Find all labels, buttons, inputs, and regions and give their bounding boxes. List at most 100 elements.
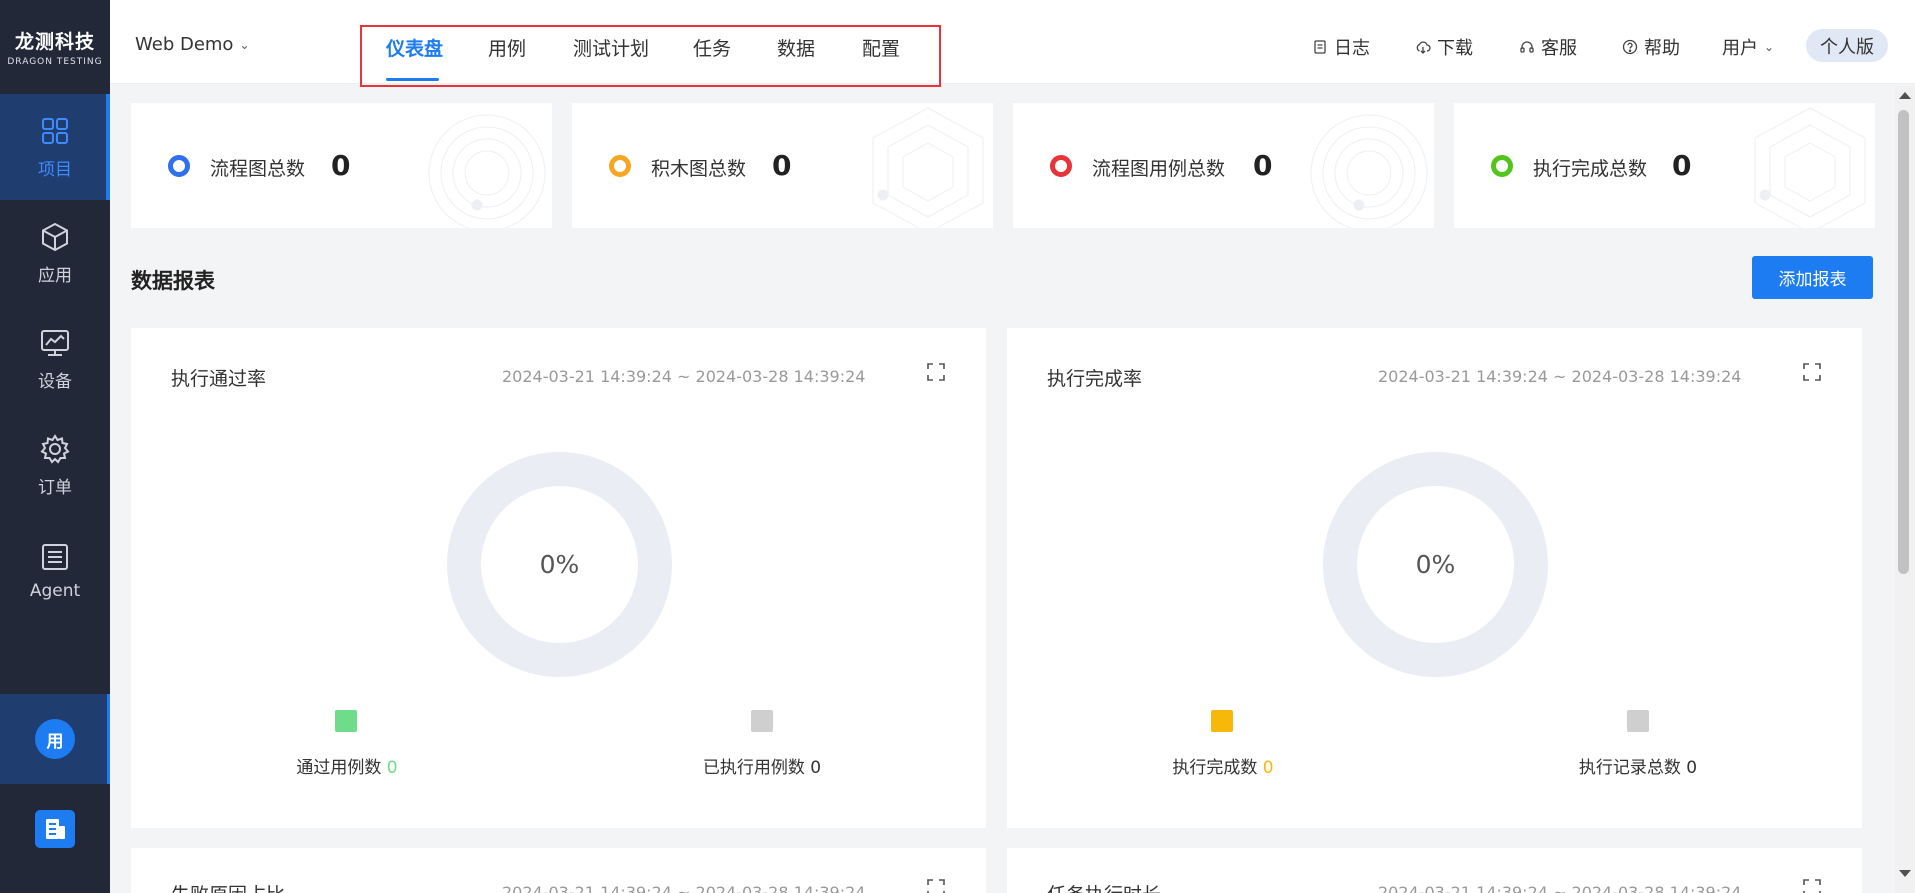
panel-title: 失败原因占比 (171, 880, 285, 893)
scroll-up-icon[interactable] (1899, 92, 1911, 99)
log-link[interactable]: 日志 (1312, 34, 1370, 60)
stat-card-flowchart-cases: 流程图用例总数 0 (1013, 103, 1434, 228)
cube-icon (42, 222, 68, 251)
chevron-down-icon: ⌄ (239, 37, 250, 52)
tab-config[interactable]: 配置 (862, 34, 900, 61)
section-title: 数据报表 (131, 269, 215, 293)
tab-cases[interactable]: 用例 (488, 34, 526, 61)
organization-item[interactable] (0, 784, 110, 874)
fullscreen-icon[interactable] (1803, 879, 1821, 893)
help-link[interactable]: 帮助 (1622, 34, 1680, 60)
legend-label: 通过用例数 (296, 758, 382, 778)
legend-swatch (335, 710, 357, 732)
sidebar-item-project[interactable]: 项目 (0, 94, 110, 200)
help-icon (1622, 39, 1638, 55)
support-label: 客服 (1541, 38, 1577, 59)
add-report-button[interactable]: 添加报表 (1752, 256, 1873, 299)
date-range: 2024-03-21 14:39:24 ~ 2024-03-28 14:39:2… (502, 883, 866, 893)
sidebar-item-device[interactable]: 设备 (0, 306, 110, 412)
panel-title: 任务执行时长 (1047, 880, 1161, 893)
user-avatar-item[interactable]: 用 (0, 694, 110, 784)
support-link[interactable]: 客服 (1519, 34, 1577, 60)
legend-item: 通过用例数 0 (296, 753, 397, 778)
stat-label: 流程图总数 (210, 158, 306, 180)
date-range: 2024-03-21 14:39:24 ~ 2024-03-28 14:39:2… (502, 367, 866, 386)
legend-label: 执行完成数 (1172, 758, 1258, 778)
decorative-hexagon-icon (872, 107, 984, 228)
decorative-hexagon-icon (1754, 107, 1866, 228)
building-icon[interactable] (35, 810, 75, 848)
sidebar-bottom: 用 (0, 694, 110, 874)
download-link[interactable]: 下载 (1415, 34, 1473, 60)
help-label: 帮助 (1644, 38, 1680, 59)
report-panel-task-duration: 任务执行时长 2024-03-21 14:39:24 ~ 2024-03-28 … (1007, 848, 1862, 893)
monitor-icon (41, 329, 69, 356)
project-name: Web Demo (135, 34, 234, 55)
donut-center-value: 0% (1357, 486, 1514, 643)
logo-text: 龙测科技 (14, 31, 95, 53)
sidebar-item-label: 应用 (38, 265, 72, 286)
chevron-down-icon: ⌄ (1764, 40, 1775, 54)
document-icon (1314, 40, 1326, 54)
stat-value: 0 (1253, 149, 1273, 182)
sidebar-item-agent[interactable]: Agent (0, 518, 110, 624)
legend-value: 0 (1686, 758, 1698, 778)
sidebar: 龙测科技 DRAGON TESTING 项目 应用 设备 订单 Agent 用 (0, 0, 110, 893)
legend-label: 已执行用例数 (702, 758, 805, 778)
panel-title: 执行完成率 (1047, 368, 1143, 390)
decorative-rings-icon (1310, 114, 1428, 228)
date-range: 2024-03-21 14:39:24 ~ 2024-03-28 14:39:2… (1378, 883, 1742, 893)
donut-center-value: 0% (481, 486, 638, 643)
legend-label: 执行记录总数 (1578, 758, 1681, 778)
sidebar-item-label: 设备 (38, 371, 72, 392)
fullscreen-icon[interactable] (1803, 363, 1821, 381)
logo-subtext: DRAGON TESTING (7, 57, 103, 67)
ring-icon (1491, 155, 1513, 177)
panel-title: 执行通过率 (171, 368, 267, 390)
donut-chart: 0% (1323, 452, 1548, 677)
donut-chart: 0% (447, 452, 672, 677)
legend-swatch (1211, 710, 1233, 732)
legend-value: 0 (1262, 758, 1274, 778)
legend-item: 执行记录总数 0 (1579, 753, 1697, 778)
cloud-download-icon (1416, 41, 1431, 54)
sidebar-item-label: 项目 (38, 159, 72, 180)
ring-icon (168, 155, 190, 177)
sidebar-item-app[interactable]: 应用 (0, 200, 110, 306)
nav-highlight-box (360, 25, 941, 87)
project-selector[interactable]: Web Demo ⌄ (135, 34, 250, 55)
legend-item: 执行完成数 0 (1172, 753, 1273, 778)
legend-value: 0 (810, 758, 822, 778)
scrollbar-thumb[interactable] (1898, 110, 1909, 574)
ring-icon (1050, 155, 1072, 177)
headset-icon (1520, 41, 1534, 53)
avatar[interactable]: 用 (35, 719, 75, 759)
gear-icon (40, 433, 70, 464)
tab-tasks[interactable]: 任务 (693, 34, 731, 61)
fullscreen-icon[interactable] (927, 363, 945, 381)
tab-dashboard[interactable]: 仪表盘 (386, 34, 443, 61)
stat-value: 0 (331, 149, 351, 182)
scroll-down-icon[interactable] (1899, 870, 1911, 877)
top-header: Web Demo ⌄ 仪表盘 用例 测试计划 任务 数据 配置 日志 下载 客服… (110, 0, 1915, 87)
stat-card-flowcharts: 流程图总数 0 (131, 103, 552, 228)
list-icon (42, 544, 68, 570)
active-tab-indicator (386, 78, 439, 81)
fullscreen-icon[interactable] (927, 879, 945, 893)
stat-card-executions-completed: 执行完成总数 0 (1454, 103, 1875, 228)
decorative-rings-icon (428, 114, 546, 228)
sidebar-item-label: Agent (29, 581, 81, 601)
ring-icon (609, 155, 631, 177)
log-label: 日志 (1334, 38, 1370, 59)
report-panel-completion-rate: 执行完成率 2024-03-21 14:39:24 ~ 2024-03-28 1… (1007, 328, 1862, 828)
date-range: 2024-03-21 14:39:24 ~ 2024-03-28 14:39:2… (1378, 367, 1742, 386)
download-label: 下载 (1437, 38, 1473, 59)
user-label: 用户 (1722, 38, 1758, 59)
user-menu[interactable]: 用户 ⌄ (1722, 34, 1774, 60)
report-panel-pass-rate: 执行通过率 2024-03-21 14:39:24 ~ 2024-03-28 1… (131, 328, 986, 828)
edition-badge[interactable]: 个人版 (1806, 29, 1888, 62)
tab-test-plan[interactable]: 测试计划 (573, 34, 649, 61)
sidebar-item-order[interactable]: 订单 (0, 412, 110, 518)
tab-data[interactable]: 数据 (777, 34, 815, 61)
stat-label: 流程图用例总数 (1092, 158, 1226, 180)
